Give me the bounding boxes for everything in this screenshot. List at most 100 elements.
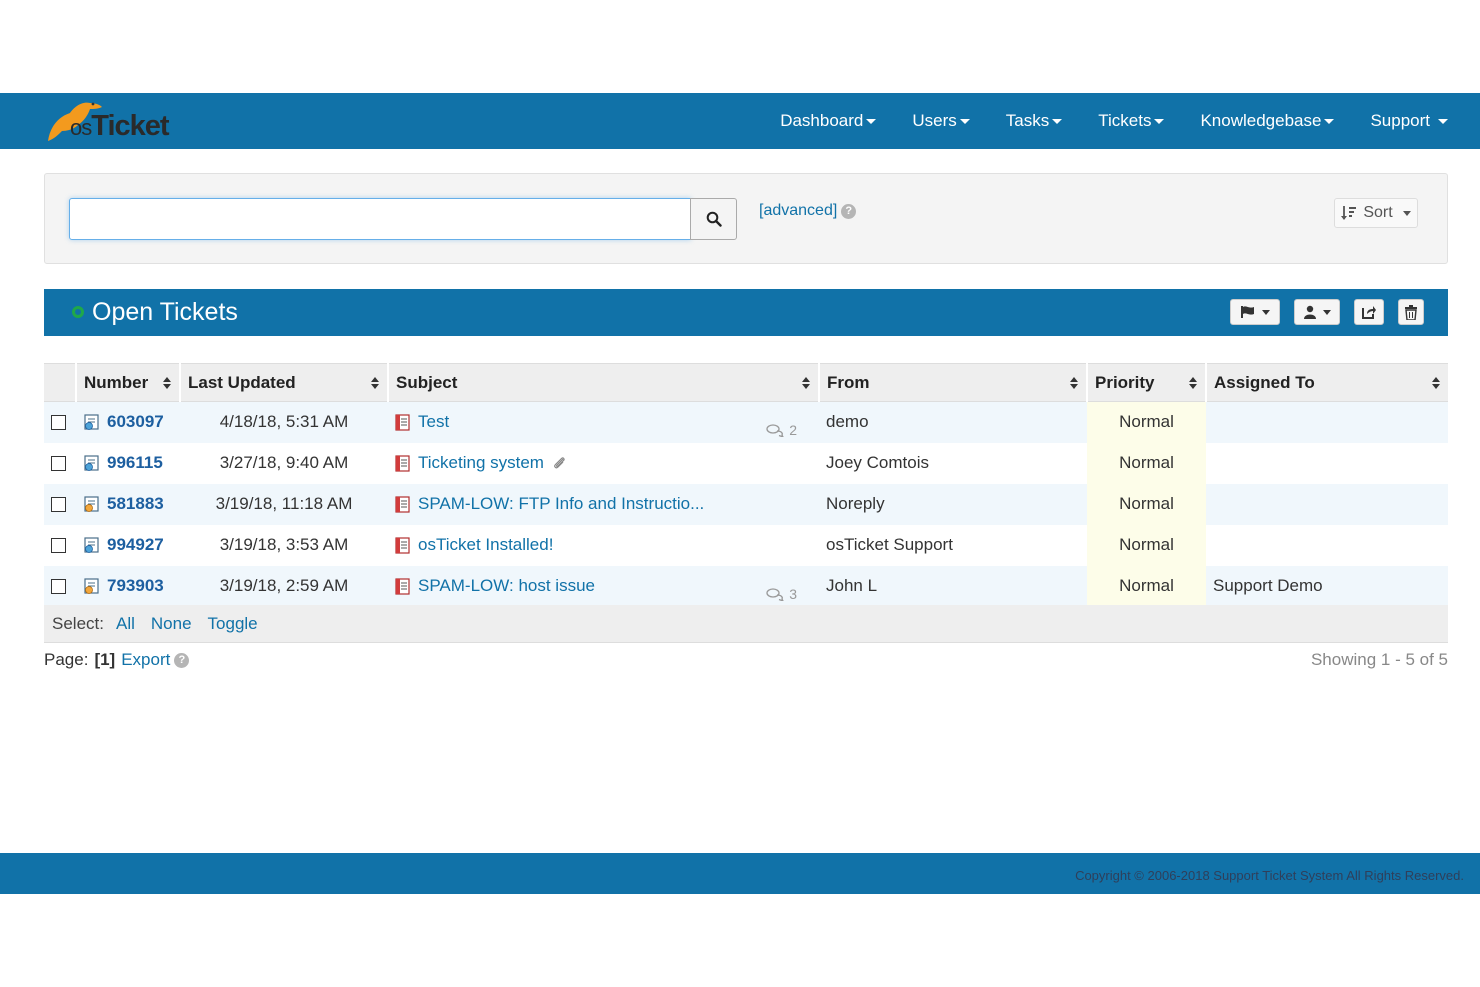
help-icon[interactable]: ? [174,652,190,668]
priority-cell: Normal [1087,401,1206,443]
table-row[interactable]: 603097 4/18/18, 5:31 AM Test 2 demo Norm… [44,401,1448,443]
subject-link[interactable]: SPAM-LOW: FTP Info and Instructio... [395,494,812,514]
document-icon [395,577,410,595]
assigned-cell [1206,443,1448,484]
ticket-number-link[interactable]: 996115 [83,453,173,473]
sort-arrows-icon [802,377,810,389]
select-none-link[interactable]: None [151,614,192,634]
header-last-updated[interactable]: Last Updated [179,363,388,402]
queue-header: Open Tickets [44,289,1448,336]
document-icon [395,536,410,554]
row-checkbox[interactable] [51,579,66,595]
nav-users[interactable]: Users [912,111,970,131]
search-panel: [advanced] ? Sort [44,173,1448,264]
select-bar: Select: All None Toggle [44,605,1448,643]
assigned-cell [1206,525,1448,566]
export-link[interactable]: Export [121,650,170,670]
sort-arrows-icon [1432,377,1440,389]
last-updated-cell: 3/19/18, 3:53 AM [219,535,349,554]
osticket-logo[interactable]: osTicket [44,97,184,143]
comments-icon [766,424,784,437]
last-updated-cell: 3/19/18, 2:59 AM [180,565,388,607]
nav-dashboard[interactable]: Dashboard [780,111,877,131]
table-header-row: Number Last Updated Subject From Priorit… [44,363,1448,402]
document-icon [395,495,410,513]
row-checkbox[interactable] [51,538,66,554]
sort-arrows-icon [1070,377,1078,389]
thread-count: 3 [766,586,797,602]
advanced-search-link[interactable]: [advanced] ? [759,202,857,220]
subject-link[interactable]: Ticketing system [395,453,812,473]
help-icon[interactable]: ? [841,203,857,219]
caret-down-icon [1323,309,1331,315]
transfer-button[interactable] [1354,299,1384,325]
ticket-number-link[interactable]: 793903 [83,576,173,596]
subject-link[interactable]: SPAM-LOW: host issue 3 [395,576,812,602]
caret-down-icon [1052,118,1063,124]
email-ticket-icon [84,577,99,594]
table-row[interactable]: 793903 3/19/18, 2:59 AM SPAM-LOW: host i… [44,565,1448,607]
footer: Copyright © 2006-2018 Support Ticket Sys… [0,853,1480,894]
assign-button[interactable] [1294,299,1340,325]
select-all-link[interactable]: All [116,614,135,634]
from-cell: demo [819,401,1087,443]
copyright-text: Copyright © 2006-2018 Support Ticket Sys… [1075,868,1464,883]
ticket-number-link[interactable]: 581883 [83,494,173,514]
header-priority[interactable]: Priority [1086,363,1206,402]
refresh-icon[interactable] [72,306,84,318]
thread-count: 2 [766,422,797,438]
header-assigned-to[interactable]: Assigned To [1205,363,1448,402]
search-button[interactable] [690,198,737,240]
last-updated-cell: 3/27/18, 9:40 AM [219,453,349,472]
search-input[interactable] [69,198,691,240]
header-from[interactable]: From [818,363,1087,402]
caret-down-icon [959,118,970,124]
comments-icon [766,587,784,601]
nav-knowledgebase[interactable]: Knowledgebase [1200,111,1335,131]
priority-cell: Normal [1087,565,1206,607]
row-checkbox[interactable] [51,456,66,472]
assigned-cell [1206,483,1448,525]
ticket-number-link[interactable]: 603097 [83,412,173,432]
queue-title[interactable]: Open Tickets [92,298,238,327]
row-checkbox[interactable] [51,497,66,513]
delete-button[interactable] [1398,299,1424,325]
from-cell: osTicket Support [826,535,953,554]
pagination: Page: [1] Export ? [44,650,190,670]
sort-button[interactable]: Sort [1334,198,1418,228]
nav-support[interactable]: Support [1370,111,1448,131]
caret-down-icon [1154,118,1165,124]
ticket-number-link[interactable]: 994927 [83,535,173,555]
header-number[interactable]: Number [75,363,180,402]
logo-text: osTicket [70,110,170,142]
caret-down-icon [1438,118,1448,124]
table-row[interactable]: 996115 3/27/18, 9:40 AM Ticketing system… [44,442,1448,484]
caret-down-icon [1262,309,1270,315]
tickets-table: Number Last Updated Subject From Priorit… [44,363,1448,607]
select-toggle-link[interactable]: Toggle [208,614,258,634]
subject-link[interactable]: Test 2 [395,412,812,438]
subject-link[interactable]: osTicket Installed! [395,535,812,555]
trash-icon [1405,304,1417,320]
table-row[interactable]: 994927 3/19/18, 3:53 AM osTicket Install… [44,524,1448,566]
row-checkbox[interactable] [51,415,66,431]
sort-icon [1341,206,1357,220]
table-row[interactable]: 581883 3/19/18, 11:18 AM SPAM-LOW: FTP I… [44,483,1448,525]
header-checkbox [44,363,76,402]
change-status-button[interactable] [1230,299,1280,325]
nav-tickets[interactable]: Tickets [1098,111,1165,131]
last-updated-cell: 4/18/18, 5:31 AM [180,401,388,443]
main-nav: Dashboard Users Tasks Tickets Knowledgeb… [744,93,1448,149]
priority-cell: Normal [1087,442,1206,484]
email-ticket-icon [84,495,99,512]
assigned-cell [1206,401,1448,443]
from-cell: John L [819,565,1087,607]
nav-tasks[interactable]: Tasks [1006,111,1063,131]
web-ticket-icon [84,454,99,471]
header-subject[interactable]: Subject [387,363,819,402]
web-ticket-icon [84,414,99,430]
assigned-cell: Support Demo [1206,565,1448,607]
showing-count: Showing 1 - 5 of 5 [1310,650,1448,669]
caret-down-icon [1402,210,1411,216]
web-ticket-icon [84,536,99,553]
